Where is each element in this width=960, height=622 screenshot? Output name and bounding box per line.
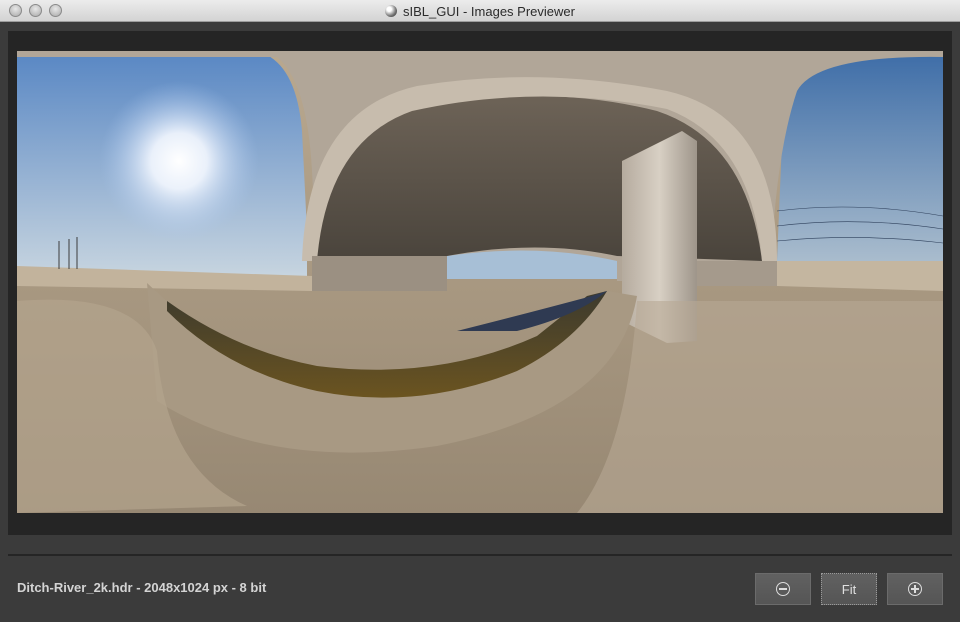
image-viewer[interactable] bbox=[8, 31, 952, 535]
separator bbox=[8, 554, 952, 556]
plus-circle-icon bbox=[908, 582, 922, 596]
title-bar[interactable]: sIBL_GUI - Images Previewer bbox=[0, 0, 960, 22]
title-group: sIBL_GUI - Images Previewer bbox=[0, 0, 960, 22]
window-title: sIBL_GUI - Images Previewer bbox=[403, 3, 575, 19]
app-icon bbox=[385, 5, 398, 17]
minus-circle-icon bbox=[776, 582, 790, 596]
zoom-out-button[interactable] bbox=[755, 573, 811, 605]
fit-button[interactable]: Fit bbox=[821, 573, 877, 605]
panorama-image[interactable] bbox=[17, 51, 943, 513]
fit-button-label: Fit bbox=[841, 581, 857, 597]
image-info-label: Ditch-River_2k.hdr - 2048x1024 px - 8 bi… bbox=[17, 580, 267, 595]
panorama-picture bbox=[17, 51, 943, 513]
previewer-window: sIBL_GUI - Images Previewer Ditch-River_… bbox=[0, 0, 960, 622]
zoom-in-button[interactable] bbox=[887, 573, 943, 605]
